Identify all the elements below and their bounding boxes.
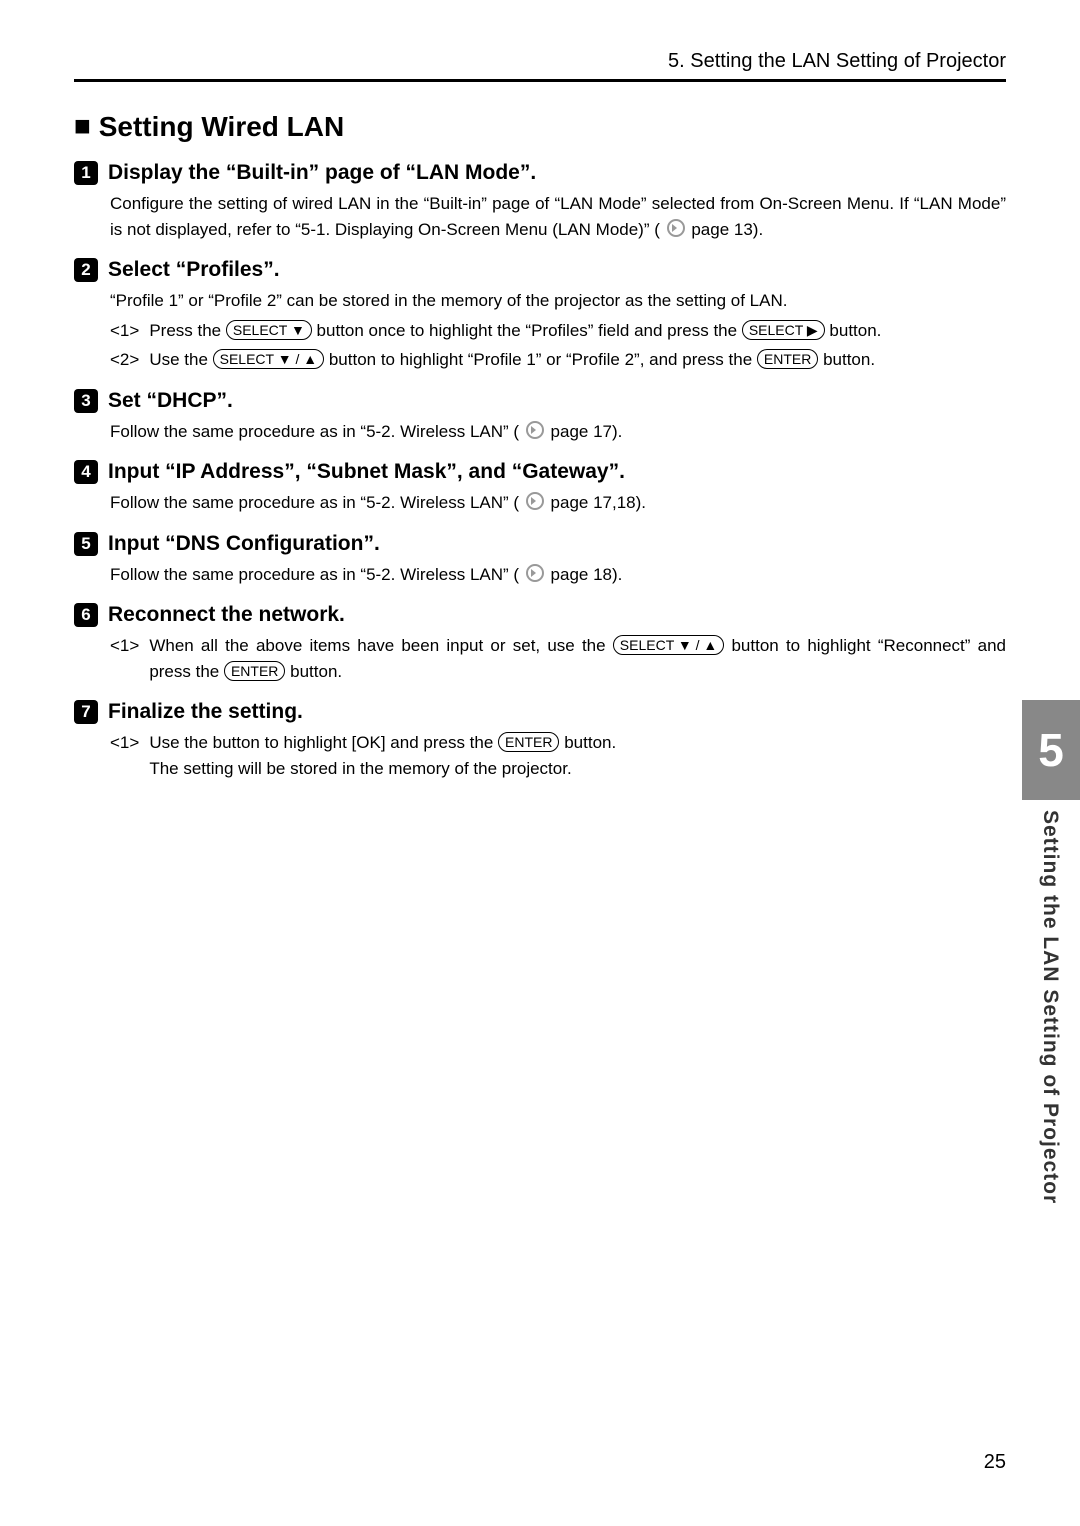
select-updown-button-icon: SELECT ▼ / ▲ — [213, 349, 324, 369]
page-reference-icon — [526, 564, 544, 582]
step-number-badge: 6 — [74, 603, 98, 627]
step-6: 6 Reconnect the network. <1> When all th… — [74, 603, 1006, 684]
step-heading: 6 Reconnect the network. — [74, 603, 1006, 627]
step-number-badge: 7 — [74, 700, 98, 724]
step-number-badge: 4 — [74, 460, 98, 484]
substep-text: Press the SELECT ▼ button once to highli… — [149, 318, 1006, 344]
step-body: Follow the same procedure as in “5-2. Wi… — [110, 562, 1006, 588]
substep-text: When all the above items have been input… — [149, 633, 1006, 684]
step-body: Follow the same procedure as in “5-2. Wi… — [110, 490, 1006, 516]
step-heading-text: Reconnect the network. — [108, 603, 345, 627]
section-title: ■ Setting Wired LAN — [74, 110, 1006, 143]
page-reference-icon — [526, 492, 544, 510]
step-heading-text: Display the “Built-in” page of “LAN Mode… — [108, 161, 536, 185]
substep: <2> Use the SELECT ▼ / ▲ button to highl… — [110, 347, 1006, 373]
section-title-text: Setting Wired LAN — [99, 111, 345, 142]
step-body: Configure the setting of wired LAN in th… — [110, 191, 1006, 242]
step-heading: 7 Finalize the setting. — [74, 700, 1006, 724]
step-number-badge: 3 — [74, 389, 98, 413]
step-number-badge: 2 — [74, 258, 98, 282]
step-heading: 3 Set “DHCP”. — [74, 389, 1006, 413]
step-7: 7 Finalize the setting. <1> Use the butt… — [74, 700, 1006, 781]
select-down-button-icon: SELECT ▼ — [226, 320, 312, 340]
step-heading: 2 Select “Profiles”. — [74, 258, 1006, 282]
step-2: 2 Select “Profiles”. “Profile 1” or “Pro… — [74, 258, 1006, 373]
substep: <1> Use the button to highlight [OK] and… — [110, 730, 1006, 781]
step-heading-text: Input “IP Address”, “Subnet Mask”, and “… — [108, 460, 625, 484]
substep-label: <1> — [110, 633, 139, 684]
page-reference-icon — [526, 421, 544, 439]
select-updown-button-icon: SELECT ▼ / ▲ — [613, 635, 724, 655]
document-page: 5. Setting the LAN Setting of Projector … — [0, 0, 1080, 847]
substep-label: <1> — [110, 730, 139, 781]
page-number: 25 — [984, 1451, 1006, 1474]
substep-label: <2> — [110, 347, 139, 373]
step-1: 1 Display the “Built-in” page of “LAN Mo… — [74, 161, 1006, 242]
step-heading: 1 Display the “Built-in” page of “LAN Mo… — [74, 161, 1006, 185]
square-bullet-icon: ■ — [74, 110, 91, 142]
step-heading: 4 Input “IP Address”, “Subnet Mask”, and… — [74, 460, 1006, 484]
step-3: 3 Set “DHCP”. Follow the same procedure … — [74, 389, 1006, 445]
step-body: “Profile 1” or “Profile 2” can be stored… — [110, 288, 1006, 314]
substep-text: Use the button to highlight [OK] and pre… — [149, 730, 1006, 781]
chapter-tab: 5 — [1022, 700, 1080, 800]
substep-text: Use the SELECT ▼ / ▲ button to highlight… — [149, 347, 1006, 373]
substep: <1> When all the above items have been i… — [110, 633, 1006, 684]
step-number-badge: 5 — [74, 532, 98, 556]
step-body: Follow the same procedure as in “5-2. Wi… — [110, 419, 1006, 445]
step-heading-text: Select “Profiles”. — [108, 258, 280, 282]
enter-button-icon: ENTER — [757, 349, 818, 369]
select-right-button-icon: SELECT ▶ — [742, 320, 825, 340]
step-number-badge: 1 — [74, 161, 98, 185]
enter-button-icon: ENTER — [498, 732, 559, 752]
page-reference-icon — [667, 219, 685, 237]
chapter-side-label: Setting the LAN Setting of Projector — [1038, 810, 1062, 1204]
step-5: 5 Input “DNS Configuration”. Follow the … — [74, 532, 1006, 588]
enter-button-icon: ENTER — [224, 661, 285, 681]
step-heading: 5 Input “DNS Configuration”. — [74, 532, 1006, 556]
chapter-tab-number: 5 — [1038, 723, 1064, 777]
step-heading-text: Set “DHCP”. — [108, 389, 233, 413]
substep-label: <1> — [110, 318, 139, 344]
chapter-breadcrumb: 5. Setting the LAN Setting of Projector — [74, 50, 1006, 82]
substep: <1> Press the SELECT ▼ button once to hi… — [110, 318, 1006, 344]
step-heading-text: Input “DNS Configuration”. — [108, 532, 380, 556]
step-heading-text: Finalize the setting. — [108, 700, 303, 724]
step-4: 4 Input “IP Address”, “Subnet Mask”, and… — [74, 460, 1006, 516]
